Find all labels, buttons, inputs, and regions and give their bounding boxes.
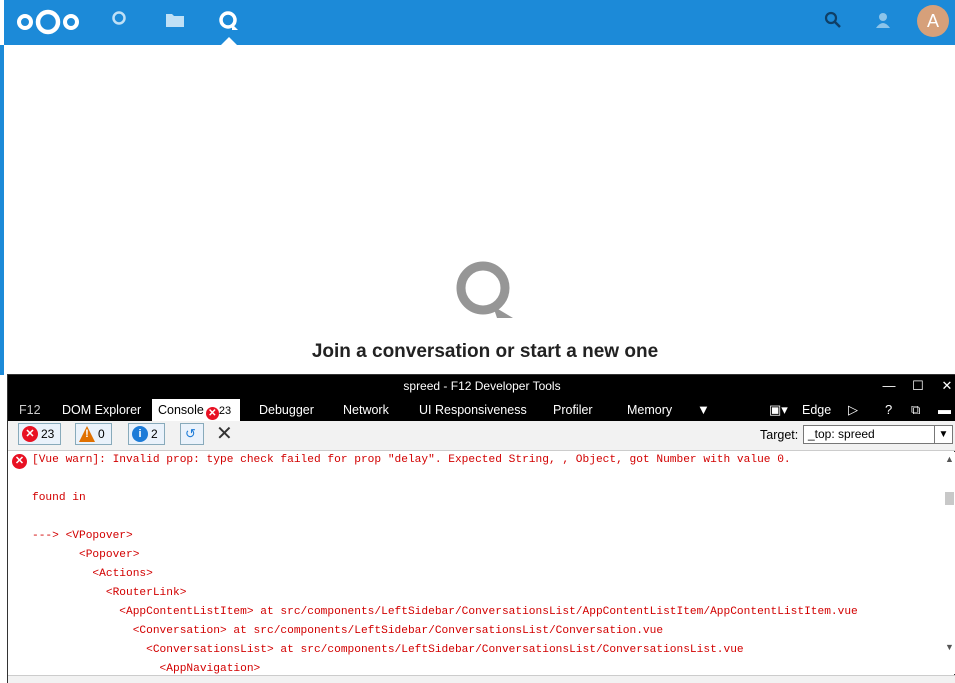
- tab-ui-responsiveness[interactable]: UI Responsiveness: [413, 399, 533, 421]
- tab-profiler[interactable]: Profiler: [547, 399, 599, 421]
- error-count-icon: ✕: [205, 407, 219, 420]
- scroll-down-icon[interactable]: ▼: [943, 642, 955, 655]
- devtools-title-bar: spreed - F12 Developer Tools: [8, 375, 955, 397]
- console-line: <ConversationsList> at src/components/Le…: [32, 644, 744, 656]
- tab-debugger[interactable]: Debugger: [253, 399, 320, 421]
- console-line: ---> <VPopover>: [32, 530, 133, 542]
- console-line: [Vue warn]: Invalid prop: type check fai…: [32, 454, 791, 466]
- console-line: <Actions>: [32, 568, 153, 580]
- close-window-button[interactable]: ✕: [933, 375, 955, 397]
- avatar[interactable]: A: [917, 5, 949, 37]
- tab-dom-explorer[interactable]: DOM Explorer: [56, 399, 147, 421]
- warning-icon: !: [79, 426, 95, 442]
- contacts-icon[interactable]: [874, 11, 892, 34]
- console-line: found in: [32, 492, 86, 504]
- more-tabs-icon[interactable]: ▼: [697, 399, 710, 421]
- console-line: <AppContentListItem> at src/components/L…: [32, 606, 858, 618]
- scrollbar-thumb[interactable]: [945, 492, 954, 505]
- tab-network[interactable]: Network: [337, 399, 395, 421]
- tab-f12[interactable]: F12: [13, 399, 47, 421]
- tab-memory[interactable]: Memory: [621, 399, 678, 421]
- clear-on-navigate-icon[interactable]: ↺: [180, 423, 204, 445]
- app-header: A: [0, 0, 955, 45]
- undock-icon[interactable]: ⧉: [911, 399, 920, 421]
- info-icon: i: [132, 426, 148, 442]
- console-error-icon: ✕: [12, 454, 27, 469]
- console-scrollbar[interactable]: ▲ ▼: [943, 452, 955, 674]
- devtools-tab-bar: F12 DOM Explorer Console ✕ 23 Debugger Net…: [8, 397, 955, 421]
- dock-bottom-icon[interactable]: ▬: [938, 399, 951, 421]
- scroll-up-icon[interactable]: ▲: [943, 454, 955, 467]
- console-input-strip[interactable]: [8, 675, 955, 683]
- nextcloud-logo-icon[interactable]: [14, 7, 82, 42]
- emulation-icon[interactable]: ▣▾: [769, 399, 788, 421]
- empty-content-message: Join a conversation or start a new one: [311, 341, 659, 362]
- circle-icon[interactable]: [111, 10, 127, 31]
- tab-console[interactable]: Console ✕ 23: [152, 399, 240, 421]
- clear-console-icon[interactable]: ✕: [216, 423, 233, 445]
- console-line: <Conversation> at src/components/LeftSid…: [32, 625, 664, 637]
- folder-icon[interactable]: [165, 11, 185, 33]
- browser-mode-label[interactable]: Edge: [796, 399, 837, 421]
- warnings-filter-button[interactable]: ! 0: [75, 423, 112, 445]
- active-nav-indicator: [221, 37, 237, 45]
- target-select[interactable]: _top: spreed ▼: [803, 425, 953, 444]
- talk-icon[interactable]: [218, 10, 240, 37]
- target-label: Target:: [760, 428, 799, 442]
- chevron-down-icon: ▼: [934, 426, 952, 443]
- error-icon: ✕: [22, 426, 38, 442]
- console-line: <AppNavigation>: [32, 663, 261, 674]
- info-filter-button[interactable]: i 2: [128, 423, 165, 445]
- console-line: <Popover>: [32, 549, 140, 561]
- console-line: <RouterLink>: [32, 587, 187, 599]
- developer-tools-window: spreed - F12 Developer Tools — ☐ ✕ F12 D…: [7, 374, 955, 683]
- console-output: [Vue warn]: Invalid prop: type check fai…: [8, 452, 943, 674]
- console-toggle-icon[interactable]: ▷: [848, 399, 858, 421]
- maximize-button[interactable]: ☐: [904, 375, 932, 397]
- help-icon[interactable]: ?: [885, 399, 892, 421]
- search-icon[interactable]: [824, 11, 842, 34]
- minimize-button[interactable]: —: [875, 375, 903, 397]
- errors-filter-button[interactable]: ✕ 23: [18, 423, 62, 445]
- talk-empty-icon: [455, 260, 515, 327]
- console-toolbar: ✕ 23 ! 0 i 2 ↺ ✕ Target: _top: spreed ▼: [8, 421, 955, 451]
